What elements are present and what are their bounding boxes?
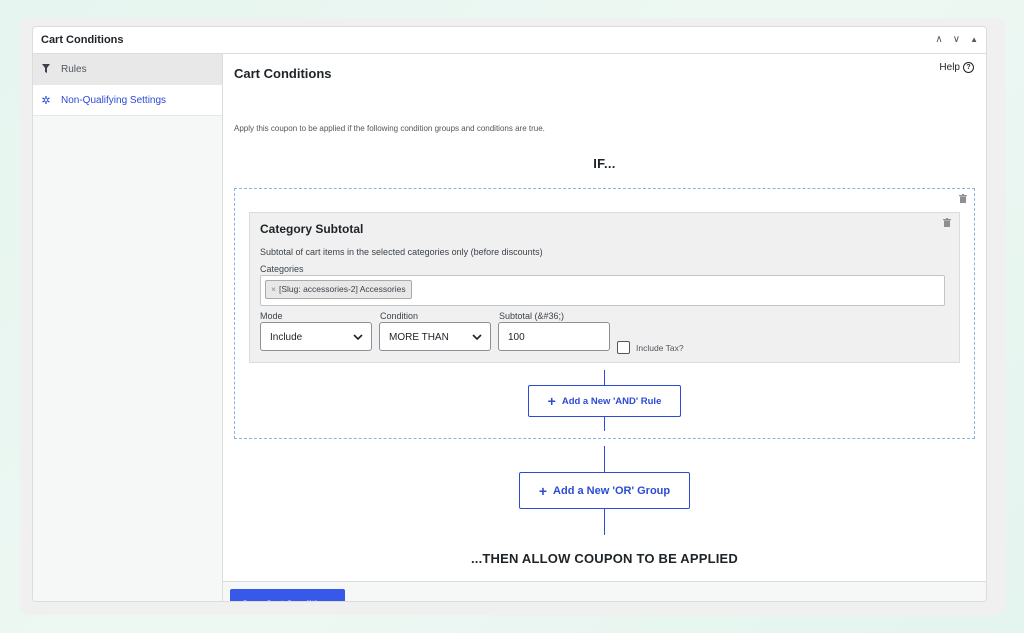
condition-value: MORE THAN bbox=[389, 332, 449, 343]
mode-value: Include bbox=[270, 332, 303, 343]
categories-label: Categories bbox=[260, 264, 304, 274]
save-cart-conditions-button[interactable]: Save Cart Conditions bbox=[230, 589, 346, 601]
help-label: Help bbox=[939, 62, 960, 73]
categories-select[interactable]: × [Slug: accessories-2] Accessories bbox=[260, 275, 945, 306]
panel-footer: Save Cart Conditions bbox=[223, 581, 986, 601]
main-content: Cart Conditions Help ? Apply this coupon… bbox=[223, 54, 986, 601]
include-tax-checkbox[interactable]: Include Tax? bbox=[617, 341, 684, 354]
move-up-icon[interactable]: ∧ bbox=[935, 35, 942, 45]
subtotal-input[interactable]: 100 bbox=[498, 322, 610, 351]
condition-select[interactable]: MORE THAN bbox=[379, 322, 491, 351]
sidebar-item-label: Non-Qualifying Settings bbox=[61, 94, 167, 106]
delete-group-icon[interactable] bbox=[959, 194, 967, 205]
category-tag-label: [Slug: accessories-2] Accessories bbox=[278, 284, 406, 294]
condition-label: Condition bbox=[380, 311, 419, 321]
conditions-description: Apply this coupon to be applied if the f… bbox=[234, 124, 545, 133]
panel-header: Cart Conditions ∧ ∨ ▲ bbox=[33, 27, 986, 54]
chevron-down-icon bbox=[353, 323, 363, 364]
mode-select[interactable]: Include bbox=[260, 322, 372, 351]
plus-icon: + bbox=[538, 482, 548, 499]
chevron-down-icon bbox=[472, 323, 482, 364]
rule-description: Subtotal of cart items in the selected c… bbox=[260, 247, 543, 257]
plus-icon: + bbox=[547, 393, 556, 409]
sidebar-item-rules[interactable]: Rules bbox=[33, 54, 222, 85]
if-heading: IF... bbox=[593, 156, 616, 171]
remove-tag-icon[interactable]: × bbox=[271, 284, 276, 294]
move-down-icon[interactable]: ∨ bbox=[953, 35, 960, 45]
add-or-group-button[interactable]: + Add a New 'OR' Group bbox=[519, 472, 690, 509]
cart-conditions-panel: Cart Conditions ∧ ∨ ▲ Rules ✲ Non-Qualif… bbox=[32, 26, 987, 602]
subtotal-label: Subtotal (&#36;) bbox=[499, 311, 565, 321]
sidebar-item-non-qualifying-settings[interactable]: ✲ Non-Qualifying Settings bbox=[33, 85, 222, 116]
question-icon: ? bbox=[963, 62, 974, 73]
condition-group: Category Subtotal Subtotal of cart items… bbox=[234, 188, 975, 439]
panel-title: Cart Conditions bbox=[41, 34, 124, 46]
collapse-icon[interactable]: ▲ bbox=[970, 36, 978, 44]
sidebar: Rules ✲ Non-Qualifying Settings bbox=[33, 54, 223, 601]
panel-controls: ∧ ∨ ▲ bbox=[935, 35, 978, 45]
delete-rule-icon[interactable] bbox=[943, 218, 951, 229]
checkbox-box[interactable] bbox=[617, 341, 630, 354]
then-heading: ...THEN ALLOW COUPON TO BE APPLIED bbox=[470, 551, 739, 566]
rule-title: Category Subtotal bbox=[260, 222, 364, 236]
sidebar-item-label: Rules bbox=[61, 63, 87, 75]
page-title: Cart Conditions bbox=[234, 66, 332, 81]
help-link[interactable]: Help ? bbox=[939, 62, 974, 73]
add-and-rule-button[interactable]: + Add a New 'AND' Rule bbox=[528, 385, 681, 417]
include-tax-label: Include Tax? bbox=[636, 342, 684, 353]
add-and-rule-label: Add a New 'AND' Rule bbox=[561, 395, 662, 407]
mode-label: Mode bbox=[260, 311, 283, 321]
add-or-group-label: Add a New 'OR' Group bbox=[553, 484, 671, 497]
filter-icon bbox=[41, 63, 51, 75]
category-tag: × [Slug: accessories-2] Accessories bbox=[265, 280, 412, 299]
gear-icon: ✲ bbox=[41, 94, 51, 107]
category-subtotal-rule: Category Subtotal Subtotal of cart items… bbox=[249, 212, 960, 363]
